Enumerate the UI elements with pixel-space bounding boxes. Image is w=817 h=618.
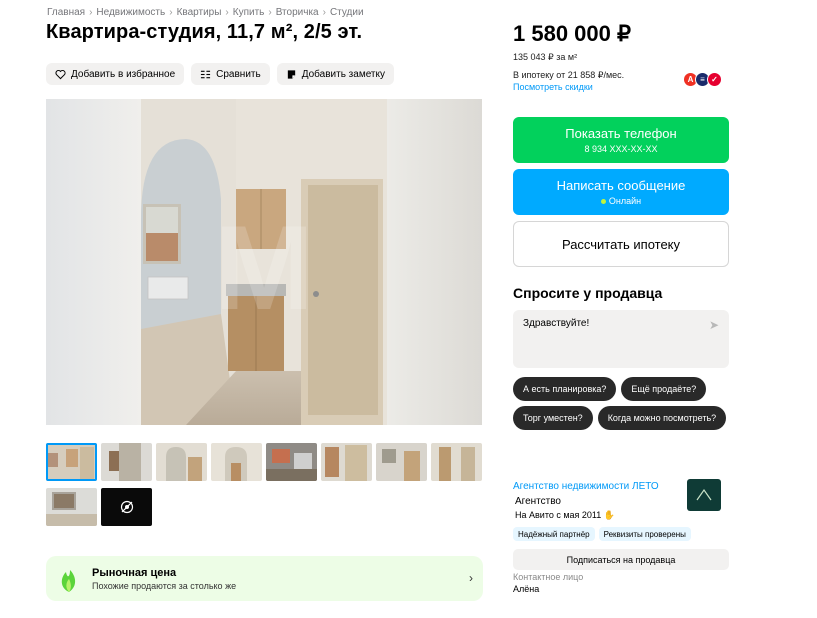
show-phone-label: Показать телефон: [565, 126, 677, 141]
add-note-label: Добавить заметку: [301, 68, 385, 80]
price-per-m2: 135 043 ₽ за м²: [513, 52, 578, 62]
ask-seller-title: Спросите у продавца: [513, 285, 663, 301]
add-to-favorites-button[interactable]: Добавить в избранное: [46, 63, 185, 85]
subscribe-seller-button[interactable]: Подписаться на продавца: [513, 549, 729, 570]
compare-button[interactable]: Сравнить: [191, 63, 270, 85]
chevron-right-icon: ›: [268, 7, 272, 18]
breadcrumb-home[interactable]: Главная: [47, 7, 85, 18]
seller-badges: Надёжный партнёр Реквизиты проверены: [513, 527, 691, 541]
compare-icon: [201, 70, 211, 78]
chevron-right-icon: ›: [169, 7, 173, 18]
price: 1 580 000 ₽: [513, 21, 631, 46]
breadcrumb-secondary[interactable]: Вторичка: [276, 7, 319, 18]
quick-questions: А есть планировка? Ещё продаёте? Торг ум…: [513, 377, 738, 430]
quick-question-chip[interactable]: Ещё продаёте?: [621, 377, 707, 401]
see-discounts-link[interactable]: Посмотреть скидки: [513, 82, 593, 92]
svg-text:M: M: [214, 201, 314, 335]
breadcrumb-realty[interactable]: Недвижимость: [96, 7, 165, 18]
ask-message-text: Здравствуйте!: [523, 318, 590, 329]
seller-badge: Реквизиты проверены: [598, 527, 691, 541]
main-photo[interactable]: M: [46, 99, 482, 425]
chevron-right-icon: ›: [469, 571, 473, 585]
compare-label: Сравнить: [216, 68, 261, 80]
thumbnail[interactable]: [321, 443, 372, 481]
heart-icon: [55, 69, 66, 79]
breadcrumb: Главная › Недвижимость › Квартиры › Купи…: [47, 7, 364, 18]
seller-badge: Надёжный партнёр: [513, 527, 595, 541]
chevron-right-icon: ›: [322, 7, 326, 18]
seller-avatar[interactable]: [687, 479, 721, 511]
seller-type: Агентство: [515, 496, 561, 507]
mortgage-info: В ипотеку от 21 858 ₽/мес.: [513, 70, 625, 80]
add-to-favorites-label: Добавить в избранное: [71, 68, 176, 80]
write-message-label: Написать сообщение: [556, 178, 686, 193]
breadcrumb-studios[interactable]: Студии: [330, 7, 364, 18]
bank-logo-icon: ✓: [707, 72, 722, 87]
write-message-button[interactable]: Написать сообщение Онлайн: [513, 169, 729, 215]
note-icon: [287, 69, 295, 79]
thumbnail[interactable]: [431, 443, 482, 481]
calc-mortgage-label: Рассчитать ипотеку: [561, 236, 681, 252]
chevron-right-icon: ›: [89, 7, 93, 18]
phone-mask: 8 934 XXX-XX-XX: [584, 144, 658, 154]
quick-question-chip[interactable]: А есть планировка?: [513, 377, 617, 401]
thumbnail[interactable]: [46, 488, 97, 526]
leaf-icon: [61, 569, 76, 592]
breadcrumb-flats[interactable]: Квартиры: [177, 7, 222, 18]
send-icon[interactable]: ➤: [709, 318, 719, 332]
market-price-title: Рыночная цена: [92, 566, 177, 579]
calc-mortgage-button[interactable]: Рассчитать ипотеку: [513, 221, 729, 267]
thumbnail[interactable]: [46, 443, 97, 481]
add-note-button[interactable]: Добавить заметку: [276, 63, 394, 85]
photo-thumbnails: [46, 443, 486, 533]
quick-question-chip[interactable]: Когда можно посмотреть?: [597, 406, 727, 430]
thumbnail[interactable]: [376, 443, 427, 481]
listing-actions: Добавить в избранное Сравнить Добавить з…: [46, 63, 394, 85]
contact-label: Контактное лицо: [513, 572, 584, 582]
online-dot-icon: [600, 198, 606, 204]
thumbnail[interactable]: [266, 443, 317, 481]
thumbnail[interactable]: [156, 443, 207, 481]
quick-question-chip[interactable]: Торг уместен?: [513, 406, 593, 430]
thumbnail[interactable]: [101, 443, 152, 481]
market-price-banner[interactable]: Рыночная цена Похожие продаются за столь…: [46, 556, 483, 601]
seller-name-link[interactable]: Агентство недвижимости ЛЕТО: [513, 481, 659, 492]
online-status: Онлайн: [608, 196, 642, 206]
contact-name: Алёна: [513, 584, 540, 594]
agency-logo-icon: [696, 488, 712, 501]
bank-logos: А ≡ ✓: [683, 72, 722, 87]
seller-since: На Авито с мая 2011 ✋: [515, 510, 615, 520]
show-phone-button[interactable]: Показать телефон 8 934 XXX-XX-XX: [513, 117, 729, 163]
breadcrumb-buy[interactable]: Купить: [233, 7, 265, 18]
gear-icon: [120, 500, 133, 514]
ask-message-input[interactable]: Здравствуйте! ➤: [513, 310, 729, 368]
chevron-right-icon: ›: [225, 7, 229, 18]
page-title: Квартира-студия, 11,7 м², 2/5 эт.: [46, 21, 363, 43]
market-price-subtitle: Похожие продаются за столько же: [92, 580, 237, 591]
hand-icon: ✋: [603, 510, 615, 520]
thumbnail[interactable]: [211, 443, 262, 481]
more-photos-button[interactable]: [101, 488, 152, 526]
